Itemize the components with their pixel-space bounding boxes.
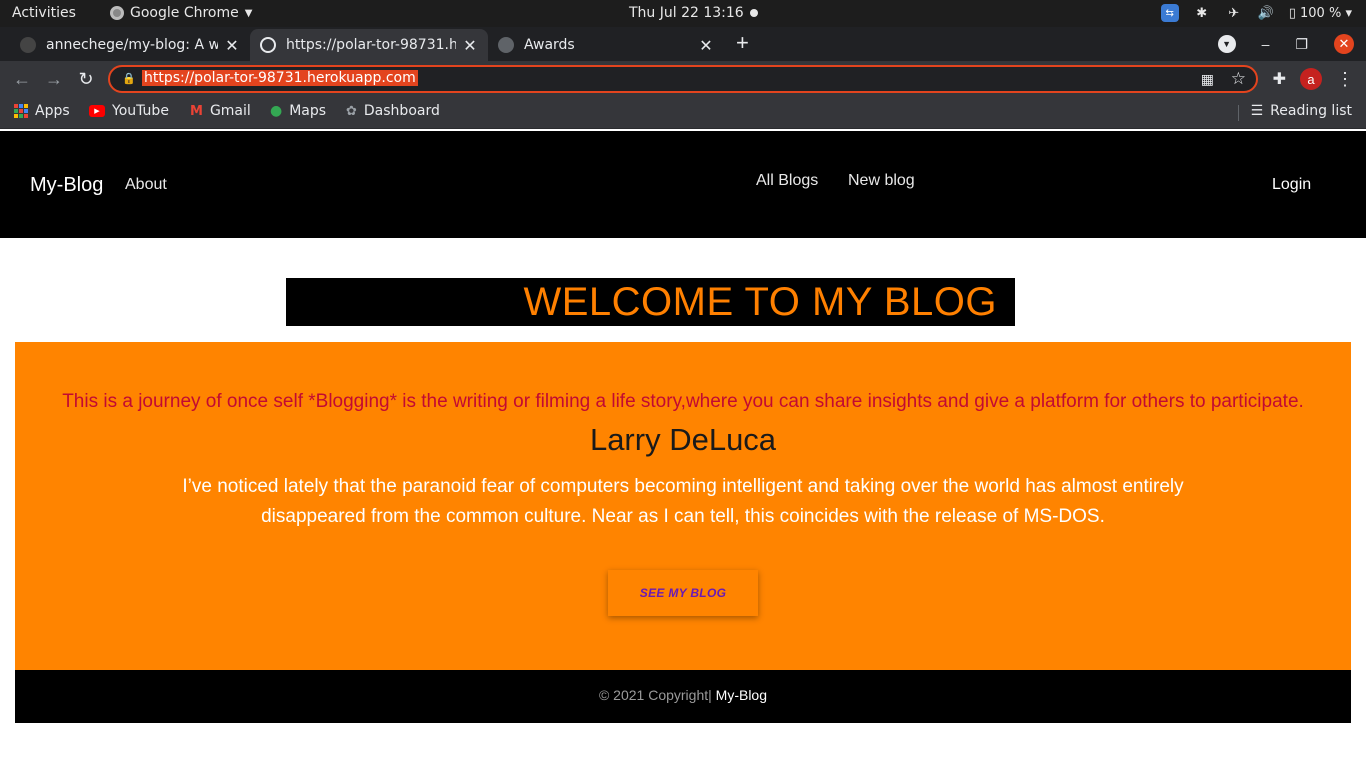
site-brand-link[interactable]: My-Blog	[30, 174, 103, 197]
window-controls: ▼ – ❐ ✕	[1217, 34, 1354, 54]
app-menu-label: Google Chrome	[130, 5, 239, 21]
toolbar-actions: ✚ a ⋮	[1273, 68, 1354, 90]
tab-title: annechege/my-blog: A we	[46, 37, 218, 53]
github-icon	[20, 37, 36, 53]
tab-search-icon[interactable]: ▼	[1217, 35, 1236, 53]
gmail-icon: M	[190, 103, 203, 119]
profile-avatar[interactable]: a	[1300, 68, 1322, 90]
forward-arrow-icon[interactable]: →	[42, 67, 66, 91]
footer-text: © 2021 Copyright| My-Blog	[15, 687, 1351, 703]
bookmark-label: Maps	[289, 103, 327, 119]
caret-down-icon: ▾	[1345, 5, 1352, 21]
airplane-icon[interactable]: ✈	[1225, 4, 1243, 22]
bookmark-label: Gmail	[209, 103, 251, 119]
tab-awards[interactable]: Awards ✕	[488, 29, 724, 61]
nav-login-link[interactable]: Login	[1272, 176, 1311, 194]
teamviewer-icon[interactable]: ⇆	[1160, 4, 1179, 22]
tab-strip: annechege/my-blog: A we ✕ https://polar-…	[0, 27, 1366, 61]
see-my-blog-button[interactable]: SEE MY BLOG	[608, 570, 758, 616]
close-icon[interactable]: ✕	[462, 36, 478, 55]
bookmark-youtube[interactable]: ▶ YouTube	[89, 103, 169, 119]
bookmark-star-icon[interactable]: ☆	[1231, 69, 1246, 89]
tab-title: Awards	[524, 37, 575, 53]
bookmark-gmail[interactable]: M Gmail	[190, 103, 251, 119]
hero-author: Larry DeLuca	[589, 422, 777, 457]
more-menu-icon[interactable]: ⋮	[1336, 69, 1354, 90]
lock-icon[interactable]: 🔒	[122, 72, 136, 86]
bookmark-dashboard[interactable]: ✿ Dashboard	[346, 103, 440, 119]
youtube-icon: ▶	[89, 105, 105, 117]
welcome-banner: WELCOME TO MY BLOG	[286, 278, 1015, 326]
tab-github[interactable]: annechege/my-blog: A we ✕	[10, 29, 250, 61]
slack-icon[interactable]: ✱	[1193, 4, 1211, 22]
browser-toolbar: ← → ↻ 🔒 https://polar-tor-98731.herokuap…	[0, 61, 1366, 97]
notification-dot-icon	[750, 9, 758, 17]
footer-copyright: © 2021 Copyright|	[598, 687, 712, 703]
nav-new-blog-link[interactable]: New blog	[848, 172, 915, 190]
hero-lead-text: This is a journey of once self *Blogging…	[62, 391, 1304, 412]
maps-icon: ●	[270, 103, 283, 119]
qr-code-icon[interactable]: ▦	[1201, 71, 1214, 88]
globe-icon	[498, 37, 514, 53]
site-navbar: My-Blog About All Blogs New blog Login	[0, 131, 1366, 238]
bookmark-label: Dashboard	[363, 103, 440, 119]
url-text[interactable]: https://polar-tor-98731.herokuapp.com	[142, 70, 418, 86]
close-icon[interactable]: ✕	[224, 36, 240, 55]
restore-icon[interactable]: ❐	[1295, 36, 1308, 53]
welcome-heading: WELCOME TO MY BLOG	[523, 280, 997, 324]
battery-percent: 100 %	[1300, 5, 1342, 21]
nav-all-blogs-link[interactable]: All Blogs	[756, 172, 818, 190]
bookmarks-bar: Apps ▶ YouTube M Gmail ● Maps ✿ Dashboar…	[0, 97, 1366, 129]
battery-icon: ▯	[1288, 5, 1296, 21]
reload-icon[interactable]: ↻	[74, 67, 98, 91]
nav-about-link[interactable]: About	[125, 176, 167, 194]
extensions-puzzle-icon[interactable]: ✚	[1273, 69, 1286, 89]
bookmark-label: YouTube	[112, 103, 169, 119]
clock[interactable]: Thu Jul 22 13:16	[629, 5, 744, 21]
minimize-icon[interactable]: –	[1262, 36, 1270, 52]
chrome-icon	[110, 6, 124, 20]
caret-down-icon: ▼	[244, 7, 253, 19]
system-top-bar: Activities Google Chrome ▼ Thu Jul 22 13…	[0, 0, 1366, 27]
footer-brand-link[interactable]: My-Blog	[716, 687, 767, 703]
apps-grid-icon	[14, 104, 28, 118]
globe-icon	[260, 37, 276, 53]
hero-section: This is a journey of once self *Blogging…	[15, 342, 1351, 670]
hero-quote: I’ve noticed lately that the paranoid fe…	[182, 476, 1184, 527]
bookmarks-divider	[1238, 105, 1239, 121]
dashboard-icon: ✿	[346, 103, 357, 119]
volume-icon[interactable]: 🔊	[1257, 4, 1275, 22]
battery-indicator[interactable]: ▯ 100 % ▾	[1289, 6, 1352, 21]
back-arrow-icon[interactable]: ←	[10, 67, 34, 91]
reading-list-button[interactable]: ☰ Reading list	[1251, 103, 1352, 119]
reading-list-icon: ☰	[1250, 103, 1264, 119]
close-icon[interactable]: ✕	[698, 36, 714, 55]
address-bar[interactable]: 🔒 https://polar-tor-98731.herokuapp.com …	[108, 65, 1258, 93]
bookmark-label: Apps	[35, 103, 70, 119]
activities-button[interactable]: Activities	[12, 5, 76, 21]
app-menu[interactable]: Google Chrome ▼	[110, 5, 252, 21]
system-tray[interactable]: ⇆ ✱ ✈ 🔊 ▯ 100 % ▾	[1160, 4, 1352, 22]
reading-list-label: Reading list	[1270, 103, 1352, 119]
bookmark-maps[interactable]: ● Maps	[270, 103, 326, 119]
tab-herokuapp[interactable]: https://polar-tor-98731.he ✕	[250, 29, 488, 61]
bookmark-apps[interactable]: Apps	[14, 103, 70, 119]
site-footer: © 2021 Copyright| My-Blog	[15, 670, 1351, 723]
window-close-icon[interactable]: ✕	[1334, 34, 1354, 54]
new-tab-button[interactable]: +	[736, 32, 749, 54]
tab-title: https://polar-tor-98731.he	[286, 37, 456, 53]
